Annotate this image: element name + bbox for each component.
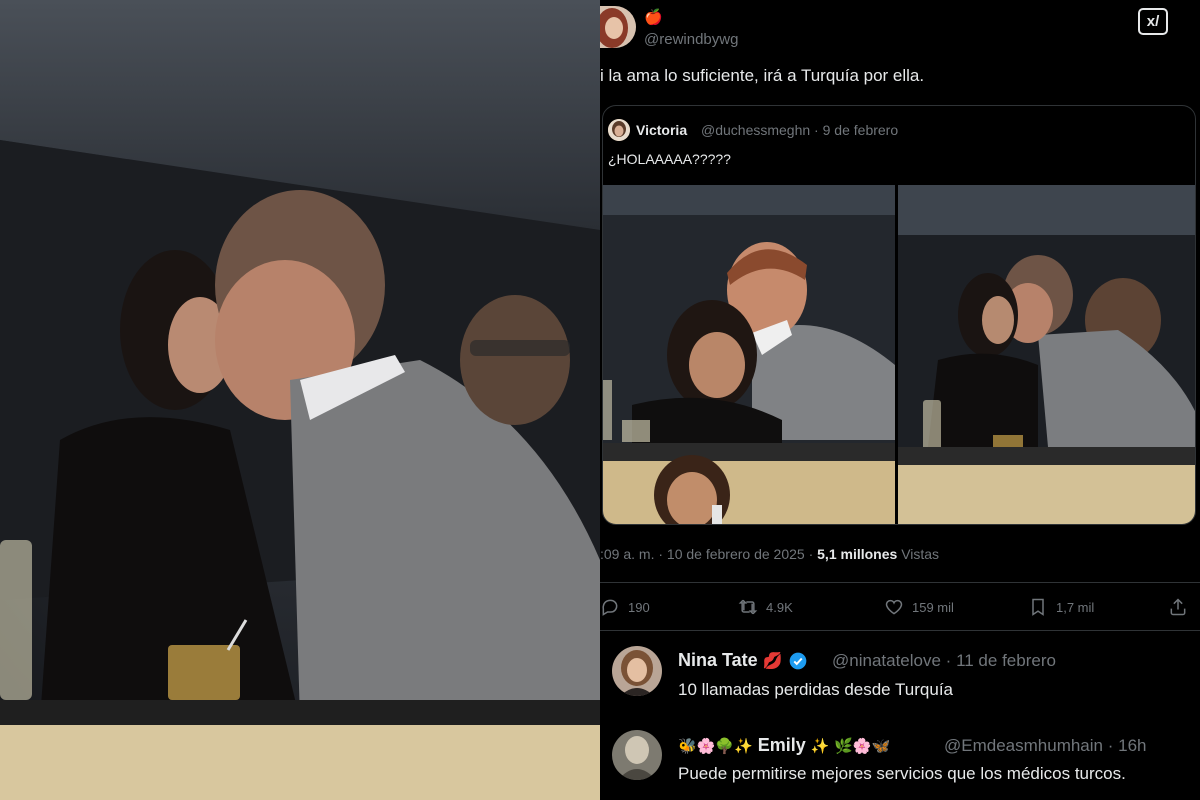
reply-2-text: Puede permitirse mejores servicios que l… — [678, 764, 1126, 783]
repost-count: 4.9K — [766, 599, 793, 615]
heart-icon — [885, 599, 903, 615]
views-label: Vistas — [901, 546, 940, 562]
quoted-author-name: Victoria — [636, 122, 688, 138]
kiss-photo-illustration — [0, 0, 600, 800]
reply-2-name-suffix: ✨ 🌿🌸🦋 — [810, 736, 891, 755]
reply-1-name-emoji: 💋 — [762, 651, 783, 670]
reply-1-meta: @ninatatelove · 11 de febrero — [832, 651, 1056, 670]
tweet-text: i la ama lo suficiente, irá a Turquía po… — [600, 66, 925, 85]
bookmark-button[interactable]: 1,7 mil — [1028, 595, 1094, 619]
reply-2-date: 16h — [1118, 736, 1147, 755]
quoted-image-2[interactable] — [898, 185, 1195, 524]
verified-badge-icon — [789, 652, 806, 669]
quoted-text: ¿HOLAAAAA????? — [608, 151, 731, 167]
bookmark-icon — [1032, 598, 1044, 616]
author-name-emoji: 🍎 — [644, 8, 663, 26]
reply-2-meta: @Emdeasmhumhain · 16h — [944, 736, 1147, 755]
reply-1-handle: @ninatatelove — [832, 651, 941, 670]
reply-2-avatar[interactable] — [612, 730, 662, 780]
left-photo — [0, 0, 600, 800]
share-button[interactable] — [1168, 595, 1188, 619]
reply-count: 190 — [628, 599, 650, 615]
quoted-date: 9 de febrero — [822, 122, 899, 138]
quoted-author-avatar — [608, 119, 630, 141]
share-icon — [1170, 598, 1186, 616]
reply-icon — [602, 599, 618, 616]
grok-button[interactable]: x/ — [1138, 8, 1168, 35]
reply-button[interactable]: 190 — [600, 595, 650, 619]
author-avatar[interactable] — [600, 6, 636, 48]
tweet-timestamp[interactable]: :09 a. m. · 10 de febrero de 2025 · 5,1 … — [600, 546, 939, 562]
divider-bottom — [600, 630, 1200, 631]
reply-2-name-row: 🐝🌸🌳✨ Emily ✨ 🌿🌸🦋 — [678, 735, 890, 756]
like-button[interactable]: 159 mil — [884, 595, 954, 619]
grok-icon: x/ — [1146, 13, 1160, 30]
reply-1-date: 11 de febrero — [956, 651, 1056, 670]
tweet-panel: 🍎 @rewindbywg x/ i la ama lo suficiente,… — [600, 0, 1200, 800]
quoted-tweet-card[interactable]: Victoria @duchessmeghn · 9 de febrero ¿H… — [602, 105, 1196, 525]
reply-1-avatar[interactable] — [612, 646, 662, 696]
repost-button[interactable]: 4.9K — [738, 595, 793, 619]
quoted-author-handle: @duchessmeghn — [701, 122, 811, 138]
bookmark-count: 1,7 mil — [1056, 599, 1095, 615]
divider-top — [600, 582, 1200, 583]
quoted-image-1[interactable] — [603, 185, 895, 524]
author-handle[interactable]: @rewindbywg — [644, 31, 738, 48]
timestamp-text: :09 a. m. · 10 de febrero de 2025 · — [600, 546, 814, 562]
like-count: 159 mil — [912, 599, 954, 615]
reply-1-text: 10 llamadas perdidas desde Turquía — [678, 680, 954, 699]
quoted-author-meta: @duchessmeghn · 9 de febrero — [701, 122, 899, 138]
reply-1-name: Nina Tate — [678, 650, 758, 670]
reply-2-name-prefix: 🐝🌸🌳✨ — [678, 736, 753, 755]
reply-2-handle: @Emdeasmhumhain — [944, 736, 1103, 755]
repost-icon — [738, 599, 758, 615]
reply-2-name: Emily — [757, 735, 806, 755]
views-count: 5,1 millones — [817, 546, 898, 562]
reply-1-name-row: Nina Tate 💋 — [678, 650, 808, 671]
